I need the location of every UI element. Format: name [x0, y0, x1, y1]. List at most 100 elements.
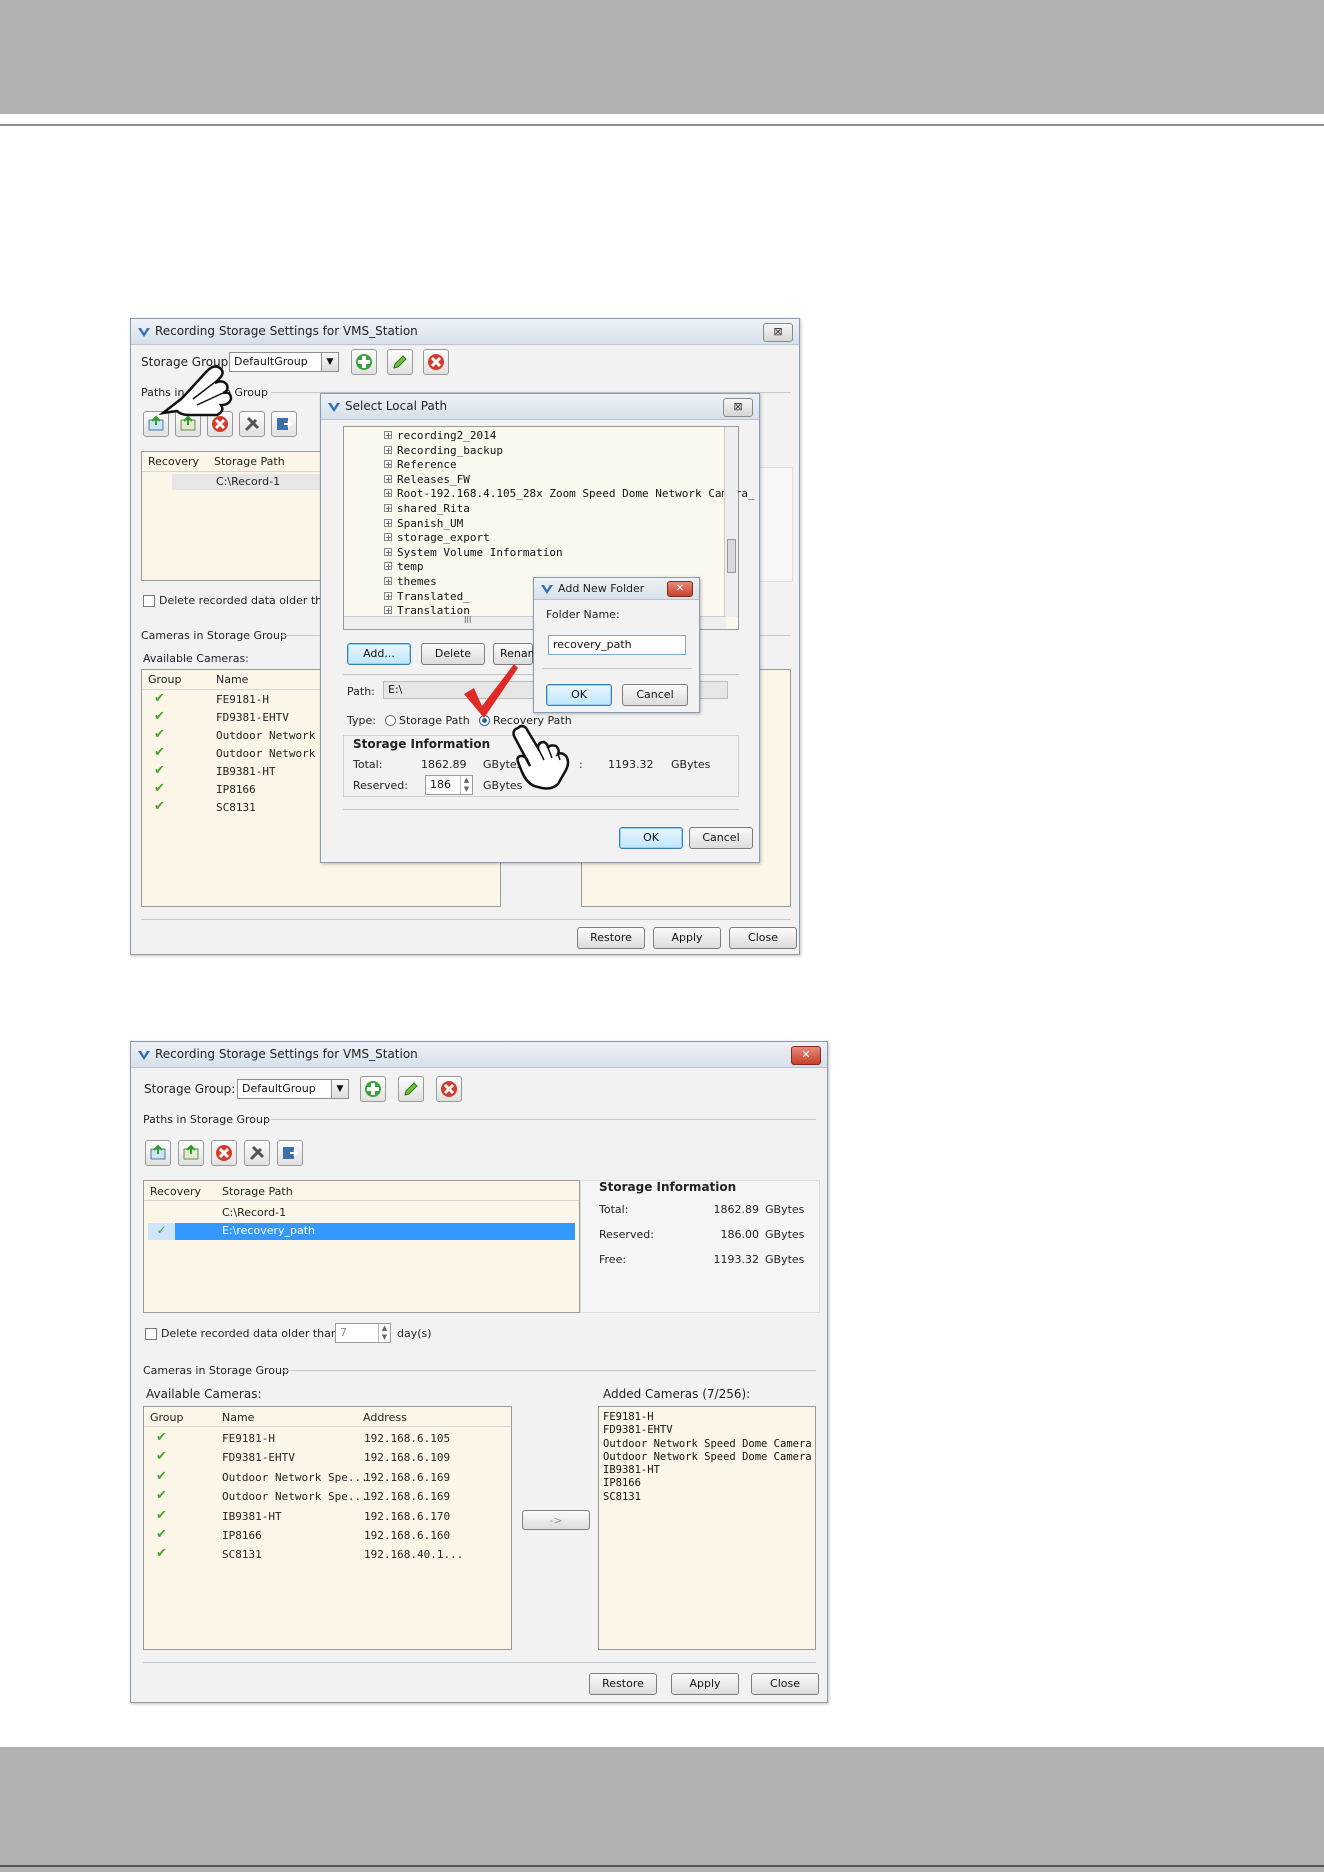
table-row[interactable]: ✔ FE9181-H 192.168.6.105 — [146, 1430, 510, 1449]
apply-button[interactable]: Apply — [671, 1673, 739, 1695]
expand-icon[interactable]: + — [384, 547, 392, 556]
reserved-spinner[interactable]: 186 ▲ ▼ — [425, 775, 473, 795]
camera-address: 192.168.6.105 — [364, 1432, 451, 1445]
folder-name: storage_export — [397, 531, 490, 545]
reserved-label: Reserved: — [353, 779, 408, 792]
delete-group-button[interactable] — [436, 1076, 462, 1102]
added-camera-item[interactable]: Outdoor Network Speed Dome Camera — [603, 1451, 812, 1464]
expand-icon[interactable]: + — [384, 562, 392, 571]
storage-group-value: DefaultGroup — [242, 1082, 316, 1095]
delete-older-label: Delete recorded data older than — [159, 594, 336, 607]
export-path-button[interactable] — [277, 1140, 303, 1166]
expand-icon[interactable]: + — [384, 591, 392, 600]
storage-path-radio[interactable] — [385, 715, 396, 726]
expand-icon[interactable]: + — [384, 431, 392, 440]
expand-icon[interactable]: + — [384, 533, 392, 542]
add-group-button[interactable] — [351, 349, 377, 375]
chevron-down-icon[interactable]: ▼ — [321, 353, 338, 371]
close-icon[interactable]: ✕ — [667, 581, 693, 597]
expand-icon[interactable]: + — [384, 445, 392, 454]
vertical-scrollbar[interactable] — [724, 427, 738, 617]
table-row[interactable]: ✔ IB9381-HT 192.168.6.170 — [146, 1508, 510, 1527]
spinner-arrows-icon[interactable]: ▲ ▼ — [460, 776, 472, 794]
free-unit: GBytes — [765, 1253, 805, 1266]
camera-address: 192.168.6.109 — [364, 1451, 451, 1465]
added-camera-item[interactable]: IP8166 — [603, 1477, 811, 1490]
check-icon: ✔ — [156, 1430, 167, 1445]
check-icon: ✔ — [154, 709, 165, 724]
add-group-button[interactable] — [360, 1076, 386, 1102]
chevron-down-icon[interactable]: ▼ — [331, 1080, 348, 1098]
paths-in-group-label: Paths in Storage Group — [141, 386, 268, 399]
folder-name-input[interactable]: recovery_path — [548, 635, 686, 655]
added-camera-item[interactable]: FD9381-EHTV — [603, 1424, 811, 1437]
close-icon[interactable]: ✕ — [791, 1046, 821, 1065]
edit-group-button[interactable] — [398, 1076, 424, 1102]
expand-icon[interactable]: + — [384, 504, 392, 513]
rename-folder-button[interactable]: Renam — [493, 643, 538, 665]
table-row[interactable]: ✔ Outdoor Network Spe... 192.168.6.169 — [146, 1488, 510, 1507]
storage-group-select[interactable]: DefaultGroup ▼ — [229, 352, 339, 372]
table-row[interactable]: ✔ Outdoor Network Spe... 192.168.6.169 — [146, 1469, 510, 1488]
expand-icon[interactable]: + — [384, 518, 392, 527]
days-spinner[interactable]: 7 ▲ ▼ — [335, 1323, 391, 1343]
delete-older-checkbox[interactable] — [143, 595, 155, 607]
expand-icon[interactable]: + — [384, 460, 392, 469]
close-button[interactable]: Close — [751, 1673, 819, 1695]
expand-icon[interactable]: + — [384, 489, 392, 498]
recovery-path-radio[interactable] — [479, 715, 490, 726]
total-label: Total: — [599, 1203, 629, 1216]
add-path-button[interactable] — [145, 1140, 171, 1166]
delete-folder-button[interactable]: Delete — [421, 643, 485, 665]
added-camera-item[interactable]: IB9381-HT — [603, 1464, 811, 1477]
close-button[interactable]: Close — [729, 927, 797, 949]
cancel-button[interactable]: Cancel — [689, 827, 753, 849]
table-row[interactable]: ✔ IP8166 192.168.6.160 — [146, 1527, 510, 1546]
folder-name: Recording_backup — [397, 443, 503, 457]
ok-button[interactable]: OK — [546, 684, 612, 706]
col-name: Name — [216, 673, 249, 686]
add-path-button[interactable] — [143, 411, 169, 437]
close-icon[interactable]: ⊠ — [723, 398, 753, 417]
days-value: 7 — [340, 1326, 347, 1339]
move-to-added-button[interactable]: -> — [522, 1510, 590, 1530]
remove-path-button[interactable] — [207, 411, 233, 437]
export-icon — [283, 1147, 299, 1159]
expand-icon[interactable]: + — [384, 474, 392, 483]
restore-button[interactable]: Restore — [577, 927, 645, 949]
added-camera-item[interactable]: SC8131 — [603, 1491, 811, 1504]
table-row[interactable]: ✔ FD9381-EHTV 192.168.6.109 — [146, 1449, 510, 1468]
free-value: 1193.32 — [713, 1253, 760, 1266]
added-camera-item[interactable]: FE9181-H — [603, 1411, 811, 1424]
expand-icon[interactable]: + — [384, 577, 392, 586]
storage-group-select[interactable]: DefaultGroup ▼ — [237, 1079, 349, 1099]
free-value: 1193.32 — [608, 758, 654, 771]
add-folder-button[interactable]: Add... — [347, 643, 411, 665]
camera-name: FD9381-EHTV — [222, 1451, 295, 1465]
table-row[interactable]: C:\Record-1 — [172, 474, 342, 490]
table-row[interactable]: C:\Record-1 — [148, 1205, 575, 1222]
cancel-button[interactable]: Cancel — [622, 684, 688, 706]
delete-older-checkbox[interactable] — [145, 1328, 157, 1340]
remove-path-button[interactable] — [211, 1140, 237, 1166]
export-path-button[interactable] — [271, 411, 297, 437]
folder-name-value: recovery_path — [553, 638, 632, 651]
ok-button[interactable]: OK — [619, 827, 683, 849]
table-row[interactable]: ✔ SC8131 192.168.40.1... — [146, 1546, 510, 1565]
delete-group-button[interactable] — [423, 349, 449, 375]
settings-path-button[interactable] — [244, 1140, 270, 1166]
apply-button[interactable]: Apply — [653, 927, 721, 949]
edit-group-button[interactable] — [387, 349, 413, 375]
bottom-divider — [141, 919, 791, 920]
add-recovery-button[interactable] — [175, 411, 201, 437]
table-row-selected[interactable]: ✓ E:\recovery_path — [148, 1223, 575, 1240]
added-camera-item[interactable]: Outdoor Network Speed Dome Camera — [603, 1438, 812, 1451]
spinner-arrows-icon[interactable]: ▲ ▼ — [378, 1324, 390, 1342]
free-label: : — [579, 758, 583, 771]
close-icon[interactable]: ⊠ — [763, 323, 793, 342]
settings-path-button[interactable] — [239, 411, 265, 437]
add-recovery-button[interactable] — [178, 1140, 204, 1166]
expand-icon[interactable]: + — [384, 606, 392, 615]
restore-button[interactable]: Restore — [589, 1673, 657, 1695]
scroll-thumb[interactable] — [727, 539, 736, 573]
